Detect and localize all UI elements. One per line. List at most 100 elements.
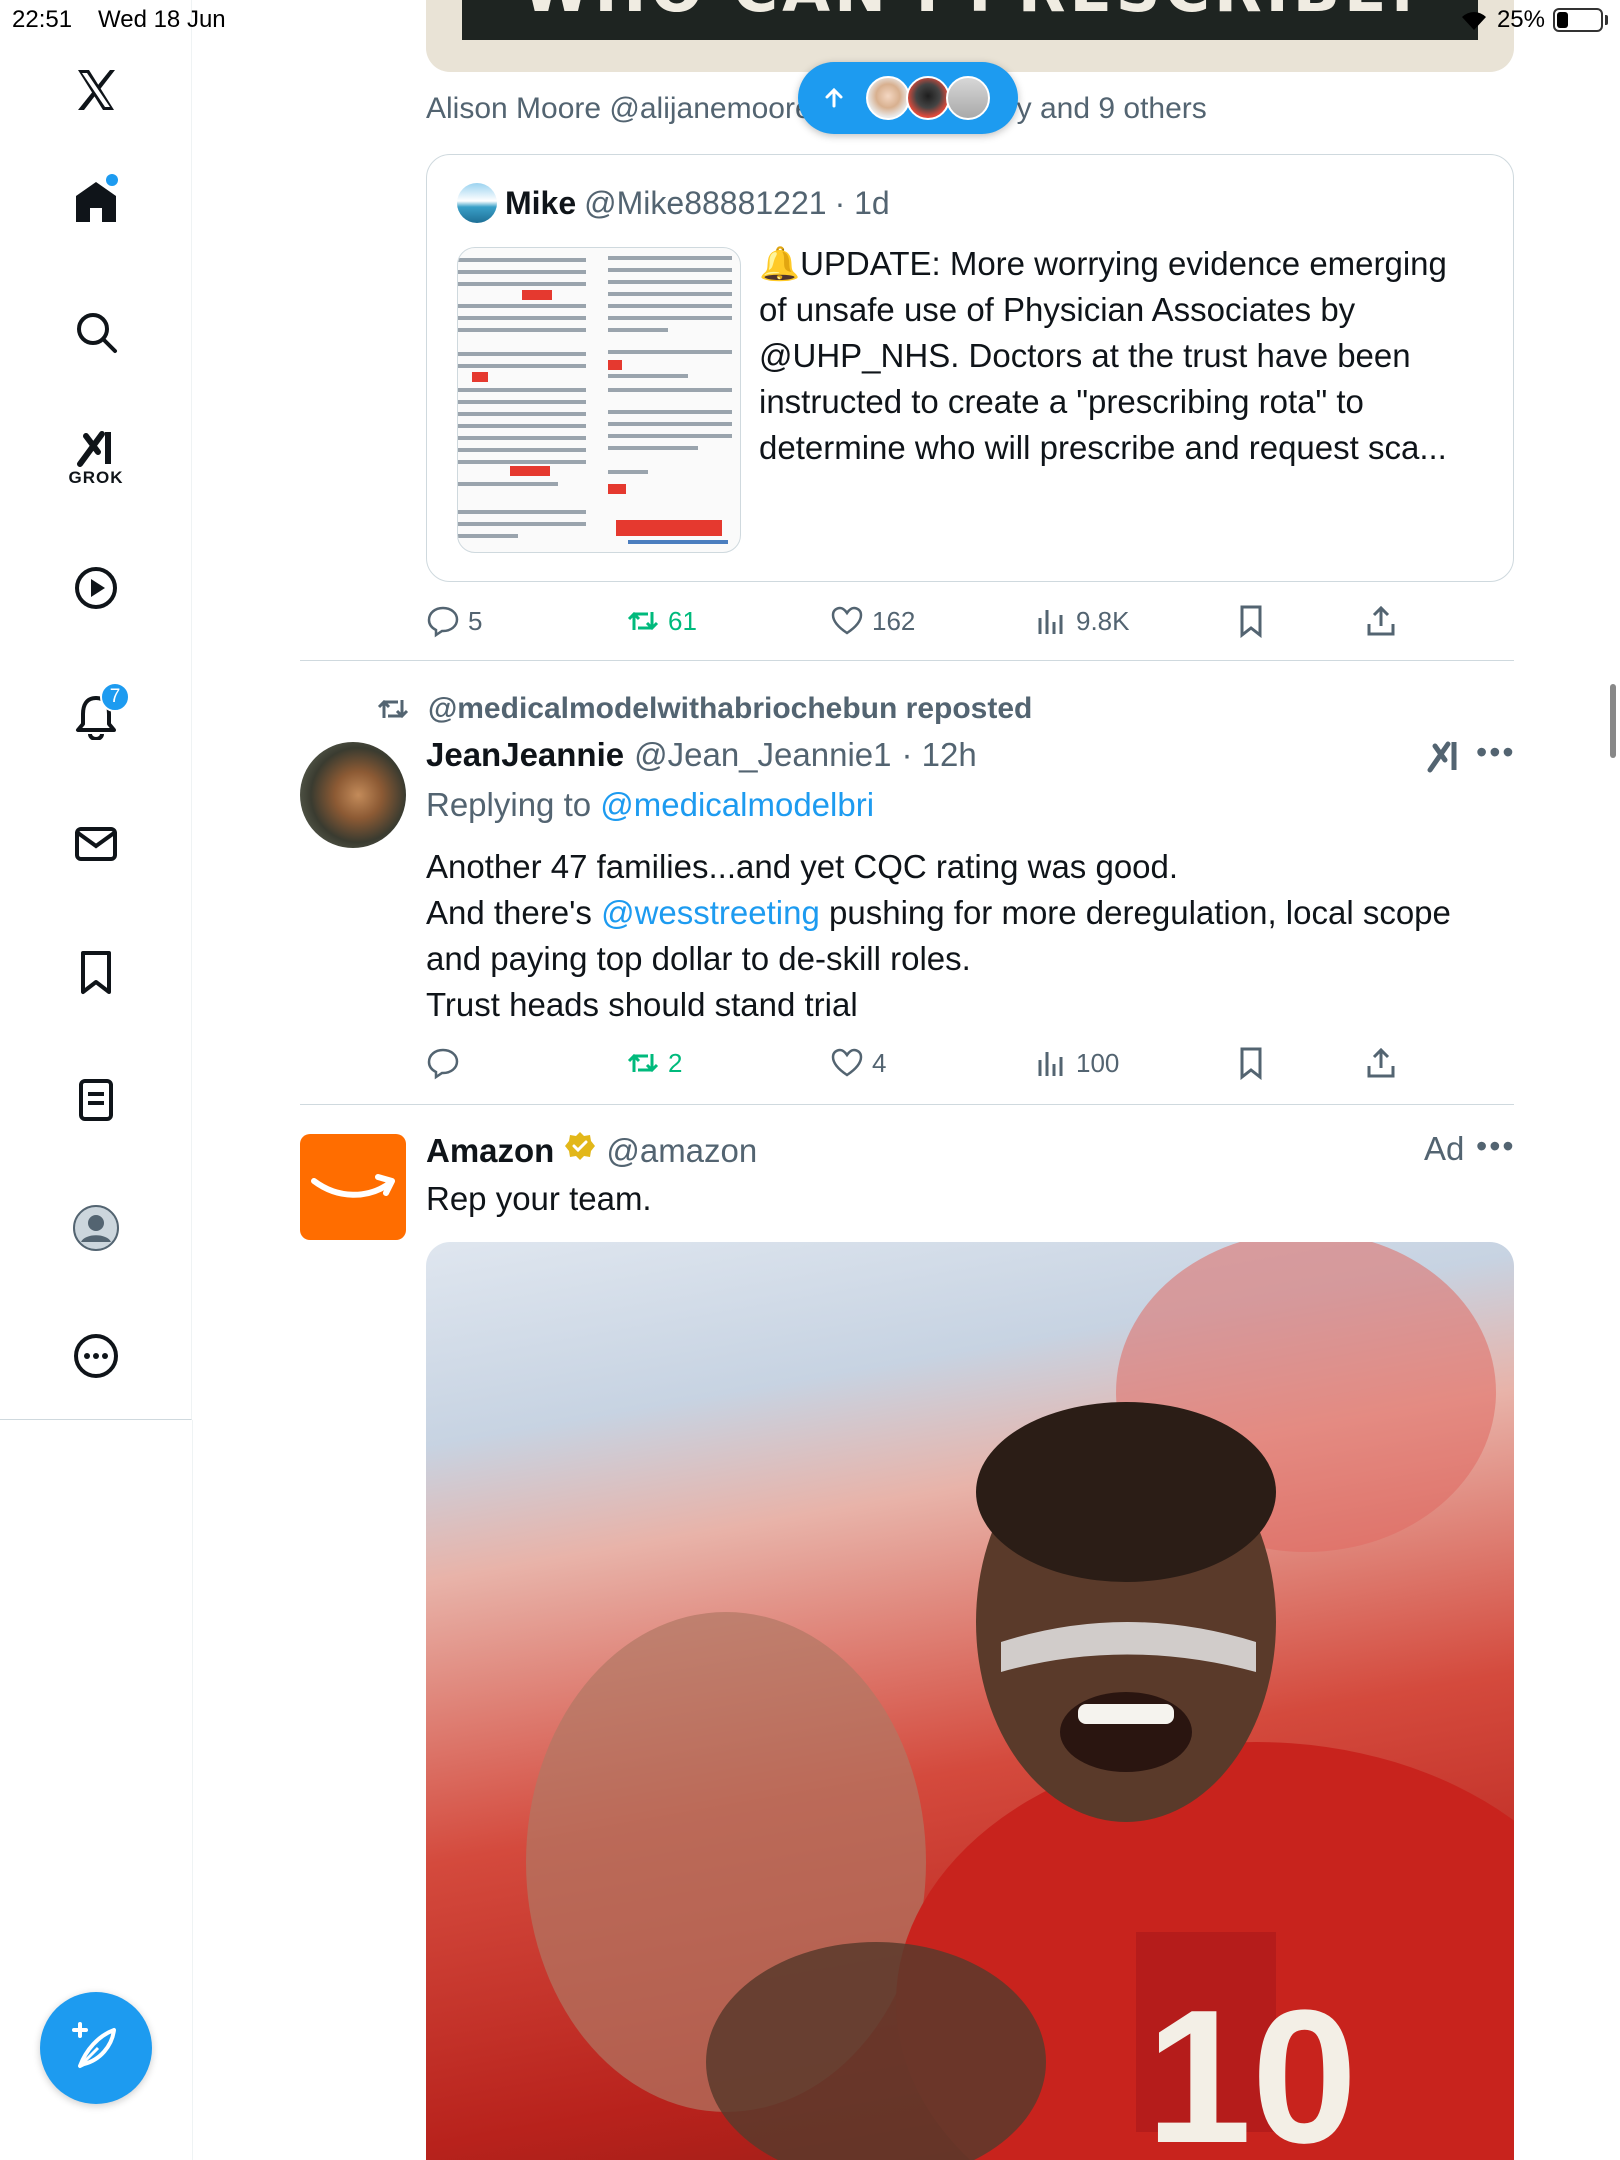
pill-avatar-1	[866, 76, 910, 120]
pill-avatar-3	[946, 76, 990, 120]
more-icon[interactable]	[56, 1316, 136, 1396]
amazon-text: Rep your team.	[426, 1180, 652, 1217]
social-context-prefix[interactable]: Alison Moore @alijanemoore	[426, 92, 812, 125]
views-icon	[1038, 1052, 1063, 1076]
bookmarks-icon[interactable]	[56, 932, 136, 1012]
compose-post-button[interactable]	[40, 1992, 152, 2104]
quote-tweet-card[interactable]: Mike @Mike88881221 · 1d 🔔UPDATE: More wo…	[426, 154, 1514, 582]
bookmark-button[interactable]	[1234, 1038, 1268, 1088]
profile-icon[interactable]	[56, 1188, 136, 1268]
status-bar: 22:51 Wed 18 Jun 25%	[0, 0, 1620, 40]
status-date: Wed 18 Jun	[98, 6, 226, 33]
pill-avatar-2	[906, 76, 950, 120]
like-button[interactable]: 4	[830, 1038, 886, 1088]
author-name[interactable]: JeanJeannie	[426, 736, 624, 774]
like-button[interactable]: 162	[830, 596, 915, 646]
repost-count: 2	[668, 1047, 683, 1078]
views-button[interactable]: 9.8K	[1034, 596, 1130, 646]
scrollbar-thumb[interactable]	[1610, 684, 1616, 758]
mention-link[interactable]: @wesstreeting	[601, 894, 820, 931]
more-options-icon[interactable]: •••	[1476, 734, 1516, 771]
sidebar: GROK 7	[0, 0, 192, 1420]
view-count: 9.8K	[1076, 605, 1130, 636]
jersey-number: 10	[1146, 1971, 1357, 2160]
author-handle[interactable]: @Jean_Jeannie1	[634, 736, 891, 774]
messages-icon[interactable]	[56, 804, 136, 884]
like-count: 162	[872, 605, 916, 636]
share-icon	[1367, 605, 1395, 636]
replying-to-prefix: Replying to	[426, 786, 601, 823]
battery-percent: 25%	[1496, 6, 1545, 33]
ad-image[interactable]: 10	[426, 1242, 1514, 2160]
quote-document-thumbnail[interactable]	[457, 247, 741, 553]
repost-context: @medicalmodelwithabriochebun reposted	[376, 692, 1032, 726]
views-button[interactable]: 100	[1034, 1038, 1119, 1088]
views-icon	[1038, 610, 1063, 634]
more-options-icon[interactable]: •••	[1476, 1128, 1516, 1165]
amazon-avatar[interactable]	[300, 1134, 406, 1240]
notifications-badge: 7	[100, 682, 130, 712]
battery-icon	[1553, 8, 1603, 32]
reply-button[interactable]: 5	[426, 596, 482, 646]
grok-explain-icon[interactable]	[1424, 736, 1464, 776]
grok-label: GROK	[68, 468, 124, 487]
author-name[interactable]: Amazon	[426, 1132, 554, 1170]
share-button[interactable]	[1364, 596, 1398, 646]
quote-text: 🔔UPDATE: More worrying evidence emerging…	[759, 245, 1447, 466]
arrow-up-icon	[825, 87, 843, 108]
post-time: · 12h	[901, 736, 977, 773]
home-icon[interactable]	[56, 162, 136, 242]
post-line-4: Trust heads should stand trial	[426, 986, 858, 1023]
ad-photo-fans: 10	[526, 1242, 1514, 2160]
repost-icon	[627, 1053, 659, 1073]
repost-count: 61	[668, 605, 697, 636]
view-count: 100	[1076, 1047, 1120, 1078]
quote-author-name[interactable]: Mike	[505, 185, 576, 222]
share-icon	[1367, 1047, 1395, 1078]
bookmark-button[interactable]	[1234, 596, 1268, 646]
like-count: 4	[872, 1047, 887, 1078]
new-posts-pill[interactable]	[798, 62, 1018, 134]
repost-context-icon	[377, 699, 409, 719]
repost-button[interactable]: 61	[626, 596, 697, 646]
post-line-1: Another 47 families...and yet CQC rating…	[426, 848, 1179, 885]
grok-icon[interactable]: GROK	[56, 408, 136, 488]
reply-button[interactable]	[426, 1038, 468, 1088]
notifications-icon[interactable]: 7	[56, 676, 136, 756]
replying-to-link[interactable]: @medicalmodelbri	[600, 786, 874, 823]
post-line-3: and paying top dollar to de-skill roles.	[426, 940, 971, 977]
search-icon[interactable]	[56, 292, 136, 372]
repost-icon	[627, 611, 659, 631]
jeanjeannie-header: JeanJeannie @Jean_Jeannie1 · 12h	[426, 736, 977, 774]
verified-badge-icon	[565, 1132, 596, 1160]
quote-avatar[interactable]	[457, 183, 497, 223]
amazon-smile-logo	[311, 1174, 395, 1198]
repost-button[interactable]: 2	[626, 1038, 682, 1088]
post-line-2: And there's @wesstreeting pushing for mo…	[426, 894, 1451, 931]
ad-label: Ad	[1424, 1130, 1465, 1167]
sidebar-border	[192, 1420, 193, 2160]
share-button[interactable]	[1364, 1038, 1398, 1088]
quote-author-handle[interactable]: @Mike88881221	[584, 185, 826, 222]
battery-cap	[1605, 15, 1608, 25]
amazon-header: Amazon @amazon	[426, 1130, 757, 1170]
video-icon[interactable]	[56, 548, 136, 628]
reposted-by[interactable]: @medicalmodelwithabriochebun reposted	[428, 692, 1032, 726]
post-divider	[300, 660, 1514, 661]
wifi-icon	[1461, 12, 1486, 31]
replying-to: Replying to @medicalmodelbri	[426, 786, 874, 824]
lists-icon[interactable]	[56, 1060, 136, 1140]
author-handle[interactable]: @amazon	[606, 1132, 757, 1170]
reply-icon	[427, 606, 459, 638]
status-time: 22:51	[12, 6, 73, 33]
heart-icon	[831, 1048, 863, 1077]
compose-feather-icon	[72, 2022, 116, 2068]
heart-icon	[831, 606, 863, 635]
social-context-suffix: y and 9 others	[1016, 92, 1207, 125]
jeanjeannie-avatar[interactable]	[300, 742, 406, 848]
quote-header: Mike @Mike88881221 · 1d	[457, 183, 890, 223]
x-logo-icon[interactable]	[56, 50, 136, 130]
jeanjeannie-actions: 2 4 100	[426, 1038, 1426, 1088]
reply-icon	[427, 1048, 459, 1080]
quote-time: · 1d	[834, 184, 890, 221]
